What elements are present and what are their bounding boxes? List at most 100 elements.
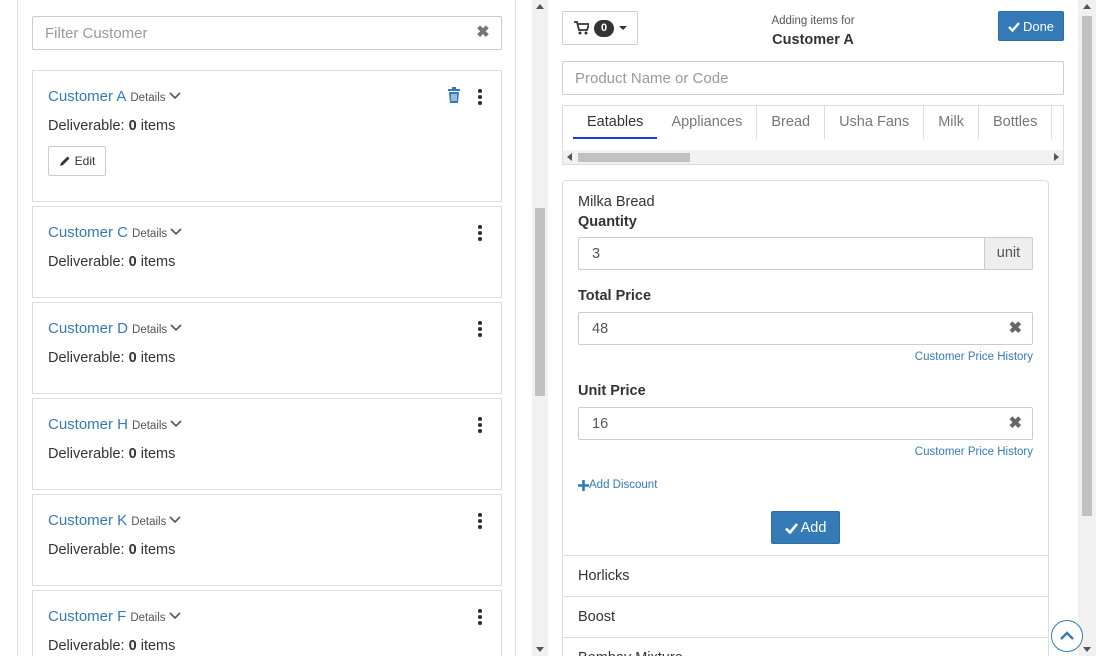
customer-header: Customer K Details xyxy=(48,512,181,532)
customer-name-link[interactable]: Customer F xyxy=(48,608,126,625)
details-toggle[interactable]: Details xyxy=(132,420,167,432)
clear-filter-icon[interactable]: ✖ xyxy=(475,24,491,42)
deliverable-count: 0 xyxy=(128,638,137,654)
more-options-icon[interactable] xyxy=(477,321,483,337)
customer-card-a: Customer A Details Deliverable: 0 items … xyxy=(32,70,502,202)
customer-name-link[interactable]: Customer A xyxy=(48,88,126,105)
total-price-input[interactable] xyxy=(579,313,979,344)
deliverable-count: 0 xyxy=(128,446,137,462)
chevron-down-icon[interactable] xyxy=(170,227,182,237)
items-label: items xyxy=(140,638,176,654)
add-discount-link[interactable]: Add Discount xyxy=(578,479,657,491)
tab-eatables[interactable]: Eatables xyxy=(573,106,658,139)
product-search-input[interactable] xyxy=(562,61,1064,95)
scroll-down-arrow-icon[interactable] xyxy=(536,647,544,652)
details-toggle[interactable]: Details xyxy=(131,516,166,528)
tab-bread[interactable]: Bread xyxy=(757,106,826,139)
chevron-down-icon[interactable] xyxy=(169,515,181,525)
check-icon xyxy=(784,522,798,534)
chevron-down-icon[interactable] xyxy=(168,611,181,621)
deliverable-label: Deliverable: xyxy=(48,118,125,134)
quantity-input[interactable] xyxy=(579,238,979,269)
customer-price-history-link[interactable]: Customer Price History xyxy=(915,351,1033,363)
customer-card-c: Customer C Details Deliverable: 0 items xyxy=(32,206,502,298)
scroll-to-top-button[interactable] xyxy=(1051,620,1083,652)
done-button[interactable]: Done xyxy=(998,11,1064,41)
horizontal-scrollbar-thumb[interactable] xyxy=(578,153,690,162)
deliverable-text: Deliverable: 0 items xyxy=(48,542,175,558)
more-options-icon[interactable] xyxy=(477,225,483,241)
quantity-label: Quantity xyxy=(578,214,637,230)
deliverable-text: Deliverable: 0 items xyxy=(48,446,175,462)
unit-price-input[interactable] xyxy=(579,408,979,439)
tab-bottles[interactable]: Bottles xyxy=(979,106,1053,139)
edit-button[interactable]: Edit xyxy=(48,146,106,176)
product-editor-card: Milka Bread Quantity unit Total Price ✖ … xyxy=(562,180,1049,555)
left-gutter xyxy=(0,0,18,656)
filter-customer-input[interactable] xyxy=(33,17,453,49)
scroll-up-arrow-icon[interactable] xyxy=(1083,4,1091,9)
deliverable-label: Deliverable: xyxy=(48,350,125,366)
tab-appliances[interactable]: Appliances xyxy=(657,106,758,139)
deliverable-count: 0 xyxy=(128,350,137,366)
deliverable-label: Deliverable: xyxy=(48,446,125,462)
more-options-icon[interactable] xyxy=(477,417,483,433)
deliverable-count: 0 xyxy=(128,542,137,558)
customer-name-link[interactable]: Customer K xyxy=(48,512,127,529)
customer-card-d: Customer D Details Deliverable: 0 items xyxy=(32,302,502,394)
page-scrollbar[interactable] xyxy=(1078,0,1096,656)
total-price-label: Total Price xyxy=(578,288,652,304)
tab-milk[interactable]: Milk xyxy=(924,106,979,139)
scrollbar-thumb[interactable] xyxy=(1082,16,1092,516)
scrollbar-thumb[interactable] xyxy=(535,208,545,396)
customer-name-link[interactable]: Customer H xyxy=(48,416,128,433)
plus-icon xyxy=(578,479,589,491)
chevron-down-icon[interactable] xyxy=(168,91,181,101)
customer-scrollbar[interactable] xyxy=(532,0,548,656)
tabs-horizontal-scrollbar[interactable] xyxy=(563,150,1063,164)
customer-price-history-link-2[interactable]: Customer Price History xyxy=(915,446,1033,458)
scroll-up-arrow-icon[interactable] xyxy=(536,4,544,9)
scroll-down-arrow-icon[interactable] xyxy=(1083,647,1091,652)
chevron-down-icon[interactable] xyxy=(170,419,182,429)
more-options-icon[interactable] xyxy=(477,513,483,529)
clear-total-icon[interactable]: ✖ xyxy=(1009,320,1022,338)
trash-icon[interactable] xyxy=(447,87,461,103)
items-label: items xyxy=(140,542,176,558)
selected-customer-name: Customer A xyxy=(772,32,854,48)
add-label: Add xyxy=(800,519,827,536)
customer-header: Customer C Details xyxy=(48,224,182,244)
tab-usha-fans[interactable]: Usha Fans xyxy=(825,106,925,139)
quantity-field: unit xyxy=(578,237,1033,270)
deliverable-text: Deliverable: 0 items xyxy=(48,118,175,134)
product-list-item[interactable]: Bombay Mixture xyxy=(562,637,1049,656)
clear-unit-price-icon[interactable]: ✖ xyxy=(1009,415,1022,433)
deliverable-label: Deliverable: xyxy=(48,542,125,558)
chevron-down-icon[interactable] xyxy=(170,323,182,333)
edit-label: Edit xyxy=(74,154,96,168)
customer-name-link[interactable]: Customer D xyxy=(48,320,128,337)
details-toggle[interactable]: Details xyxy=(130,612,165,624)
add-discount-label: Add Discount xyxy=(589,479,658,491)
details-toggle[interactable]: Details xyxy=(130,92,165,104)
deliverable-label: Deliverable: xyxy=(48,638,125,654)
more-options-icon[interactable] xyxy=(477,609,483,625)
details-toggle[interactable]: Details xyxy=(132,228,167,240)
tab-more[interactable]: U xyxy=(1052,106,1063,139)
customer-name-link[interactable]: Customer C xyxy=(48,224,128,241)
more-options-icon[interactable] xyxy=(477,89,483,105)
scroll-right-arrow-icon[interactable] xyxy=(1054,153,1059,161)
chevron-up-icon xyxy=(1060,631,1074,640)
cart-dropdown-button[interactable]: 0 xyxy=(562,11,638,45)
add-items-panel: 0 Adding items for Customer A Done Eatab… xyxy=(548,0,1078,656)
details-toggle[interactable]: Details xyxy=(132,324,167,336)
product-list-item[interactable]: Boost xyxy=(562,596,1049,637)
tab-strip: Eatables Appliances Bread Usha Fans Milk… xyxy=(563,106,1063,140)
product-list-item[interactable]: Horlicks xyxy=(562,555,1049,596)
done-label: Done xyxy=(1022,18,1055,34)
unit-price-field: ✖ xyxy=(578,407,1033,440)
deliverable-label: Deliverable: xyxy=(48,254,125,270)
add-button[interactable]: Add xyxy=(771,511,840,544)
shopping-cart-icon xyxy=(574,21,589,35)
scroll-left-arrow-icon[interactable] xyxy=(567,153,572,161)
